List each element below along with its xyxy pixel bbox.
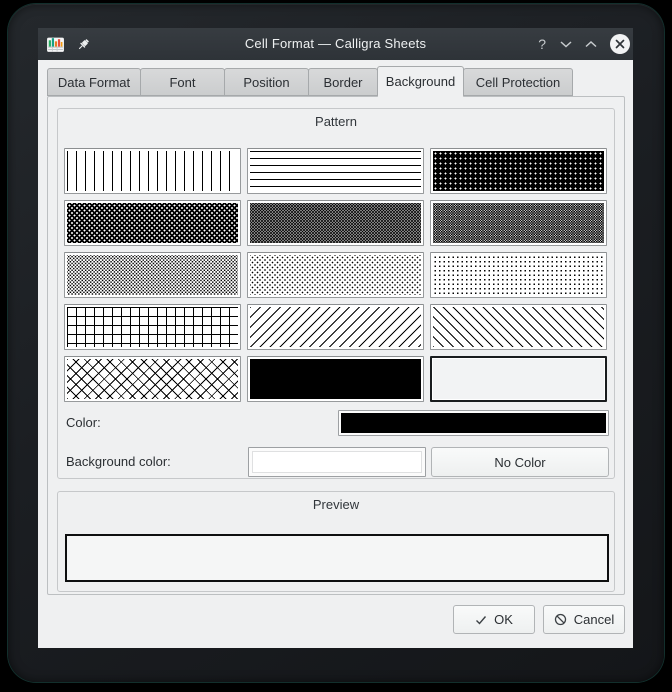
- cancel-button[interactable]: Cancel: [543, 605, 625, 634]
- pattern-swatch-solid-black[interactable]: [247, 356, 424, 402]
- pattern-fill-dense-6: [250, 255, 421, 295]
- preview-area: [65, 534, 609, 582]
- cancel-label: Cancel: [574, 612, 614, 627]
- pattern-swatch-dense-2[interactable]: [64, 200, 241, 246]
- dialog-window: Cell Format — Calligra Sheets ?: [38, 28, 633, 648]
- pattern-grid: [64, 148, 607, 402]
- ok-label: OK: [494, 612, 513, 627]
- pattern-swatch-diagonal-down[interactable]: [430, 304, 607, 350]
- pattern-color-button[interactable]: [338, 410, 609, 436]
- cancel-icon: [554, 613, 567, 626]
- close-icon: [615, 39, 625, 49]
- dialog-body: Data FormatFontPositionBorderBackgroundC…: [38, 60, 633, 648]
- pattern-swatch-vertical-lines[interactable]: [64, 148, 241, 194]
- pattern-fill-cross-grid: [67, 307, 238, 347]
- pattern-fill-solid-black: [250, 359, 421, 399]
- pattern-swatch-no-pattern[interactable]: [430, 356, 607, 402]
- maximize-icon[interactable]: [585, 40, 597, 48]
- titlebar[interactable]: Cell Format — Calligra Sheets ?: [38, 28, 633, 60]
- color-swatch-fill: [341, 413, 606, 433]
- pattern-swatch-diagonal-up[interactable]: [247, 304, 424, 350]
- close-button[interactable]: [610, 34, 630, 54]
- pattern-fill-dense-2: [67, 203, 238, 243]
- pattern-fill-diagonal-up: [250, 307, 421, 347]
- tab-cell-protection[interactable]: Cell Protection: [463, 68, 573, 96]
- help-icon[interactable]: ?: [537, 28, 547, 60]
- ok-button[interactable]: OK: [453, 605, 535, 634]
- color-label: Color:: [66, 410, 101, 436]
- background-color-label: Background color:: [66, 447, 171, 477]
- app-icon[interactable]: [46, 35, 65, 54]
- tab-bar: Data FormatFontPositionBorderBackgroundC…: [47, 65, 573, 96]
- pattern-fill-dense-3: [250, 203, 421, 243]
- pattern-fill-dense-1: [433, 151, 604, 191]
- pattern-swatch-dense-1[interactable]: [430, 148, 607, 194]
- preview-group-title: Preview: [58, 497, 614, 512]
- no-color-label: No Color: [494, 455, 545, 470]
- pattern-swatch-diagonal-cross[interactable]: [64, 356, 241, 402]
- window-frame: Cell Format — Calligra Sheets ?: [8, 4, 664, 682]
- pattern-swatch-horizontal-lines[interactable]: [247, 148, 424, 194]
- pattern-swatch-dense-7[interactable]: [430, 252, 607, 298]
- background-color-swatch-fill: [252, 451, 422, 473]
- pattern-fill-horizontal-lines: [250, 151, 421, 191]
- minimize-icon[interactable]: [560, 40, 572, 48]
- pattern-swatch-dense-5[interactable]: [64, 252, 241, 298]
- pattern-fill-no-pattern: [433, 359, 604, 399]
- pattern-groupbox: Pattern Color: Background color: No Colo…: [57, 108, 615, 479]
- pattern-swatch-dense-3[interactable]: [247, 200, 424, 246]
- pin-icon[interactable]: [76, 37, 91, 52]
- background-color-button[interactable]: [248, 447, 426, 477]
- pattern-swatch-dense-6[interactable]: [247, 252, 424, 298]
- pattern-fill-dense-7: [433, 255, 604, 295]
- pattern-fill-dense-4: [433, 203, 604, 243]
- pattern-swatch-dense-4[interactable]: [430, 200, 607, 246]
- pattern-fill-diagonal-cross: [67, 359, 238, 399]
- pattern-fill-dense-5: [67, 255, 238, 295]
- check-icon: [475, 615, 487, 625]
- preview-groupbox: Preview: [57, 491, 615, 592]
- pattern-fill-diagonal-down: [433, 307, 604, 347]
- no-color-button[interactable]: No Color: [431, 447, 609, 477]
- pattern-swatch-cross-grid[interactable]: [64, 304, 241, 350]
- tab-data-format[interactable]: Data Format: [47, 68, 141, 96]
- pattern-fill-vertical-lines: [67, 151, 238, 191]
- tab-font[interactable]: Font: [140, 68, 225, 96]
- pattern-group-title: Pattern: [58, 114, 614, 129]
- tab-border[interactable]: Border: [308, 68, 378, 96]
- tab-background[interactable]: Background: [377, 66, 464, 97]
- tab-position[interactable]: Position: [224, 68, 309, 96]
